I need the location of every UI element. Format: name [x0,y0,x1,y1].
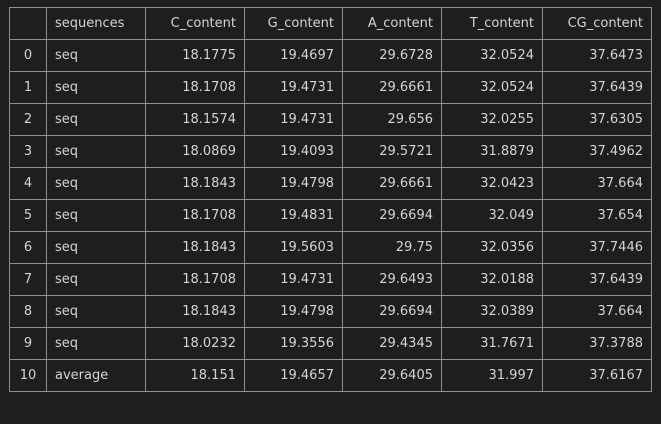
cell-sequences: seq [46,327,146,360]
cell-sequences: seq [46,295,146,328]
cell-sequences: seq [46,167,146,200]
cell-t-content: 32.0255 [441,103,543,136]
row-index: 3 [9,135,47,168]
cell-a-content: 29.5721 [342,135,442,168]
cell-c-content: 18.1708 [145,71,245,104]
row-index: 7 [9,263,47,296]
cell-c-content: 18.1843 [145,295,245,328]
cell-sequences: seq [46,135,146,168]
cell-sequences: seq [46,39,146,72]
cell-sequences: average [46,359,146,392]
header-sequences: sequences [46,7,146,40]
cell-t-content: 31.7671 [441,327,543,360]
table-row: 0 seq 18.1775 19.4697 29.6728 32.0524 37.6473 [9,39,652,72]
cell-t-content: 32.0423 [441,167,543,200]
cell-c-content: 18.1843 [145,231,245,264]
table-row: 10 average 18.151 19.4657 29.6405 31.997 37.61… [9,359,652,392]
cell-cg-content: 37.6305 [542,103,652,136]
cell-a-content: 29.6728 [342,39,442,72]
row-index: 2 [9,103,47,136]
row-index: 1 [9,71,47,104]
cell-cg-content: 37.4962 [542,135,652,168]
cell-c-content: 18.0869 [145,135,245,168]
header-cg-content: CG_content [542,7,652,40]
cell-c-content: 18.1574 [145,103,245,136]
cell-cg-content: 37.3788 [542,327,652,360]
header-row: sequences C_content G_content A_content … [9,7,652,40]
cell-g-content: 19.4798 [244,167,343,200]
cell-t-content: 32.0356 [441,231,543,264]
table-row: 5 seq 18.1708 19.4831 29.6694 32.049 37.654 [9,199,652,232]
header-g-content: G_content [244,7,343,40]
cell-a-content: 29.75 [342,231,442,264]
header-index [9,7,47,40]
table-row: 4 seq 18.1843 19.4798 29.6661 32.0423 37.664 [9,167,652,200]
cell-c-content: 18.1708 [145,199,245,232]
cell-cg-content: 37.664 [542,167,652,200]
cell-t-content: 32.0188 [441,263,543,296]
cell-sequences: seq [46,231,146,264]
cell-t-content: 32.0524 [441,71,543,104]
table-row: 2 seq 18.1574 19.4731 29.656 32.0255 37.6305 [9,103,652,136]
cell-cg-content: 37.664 [542,295,652,328]
cell-a-content: 29.6661 [342,167,442,200]
cell-t-content: 31.997 [441,359,543,392]
cell-a-content: 29.6661 [342,71,442,104]
row-index: 0 [9,39,47,72]
header-a-content: A_content [342,7,442,40]
row-index: 4 [9,167,47,200]
cell-g-content: 19.4798 [244,295,343,328]
row-index: 6 [9,231,47,264]
cell-sequences: seq [46,103,146,136]
row-index: 8 [9,295,47,328]
cell-a-content: 29.4345 [342,327,442,360]
cell-g-content: 19.4831 [244,199,343,232]
table-row: 6 seq 18.1843 19.5603 29.75 32.0356 37.7446 [9,231,652,264]
header-c-content: C_content [145,7,245,40]
cell-g-content: 19.4731 [244,103,343,136]
cell-cg-content: 37.7446 [542,231,652,264]
row-index: 5 [9,199,47,232]
cell-g-content: 19.3556 [244,327,343,360]
cell-c-content: 18.1708 [145,263,245,296]
cell-g-content: 19.4731 [244,71,343,104]
cell-a-content: 29.6493 [342,263,442,296]
table-row: 1 seq 18.1708 19.4731 29.6661 32.0524 37.6439 [9,71,652,104]
header-t-content: T_content [441,7,543,40]
row-index: 9 [9,327,47,360]
cell-sequences: seq [46,71,146,104]
cell-a-content: 29.6405 [342,359,442,392]
cell-t-content: 31.8879 [441,135,543,168]
table-body: 0 seq 18.1775 19.4697 29.6728 32.0524 37.6473 1… [9,39,652,392]
cell-a-content: 29.6694 [342,295,442,328]
table-row: 8 seq 18.1843 19.4798 29.6694 32.0389 37.664 [9,295,652,328]
cell-g-content: 19.5603 [244,231,343,264]
cell-t-content: 32.0524 [441,39,543,72]
cell-cg-content: 37.6439 [542,263,652,296]
cell-cg-content: 37.654 [542,199,652,232]
cell-cg-content: 37.6167 [542,359,652,392]
cell-a-content: 29.6694 [342,199,442,232]
cell-c-content: 18.1775 [145,39,245,72]
cell-sequences: seq [46,263,146,296]
row-index: 10 [9,359,47,392]
dataframe-table: sequences C_content G_content A_content … [9,7,652,392]
table-row: 3 seq 18.0869 19.4093 29.5721 31.8879 37.4962 [9,135,652,168]
cell-t-content: 32.049 [441,199,543,232]
table-header: sequences C_content G_content A_content … [9,7,652,40]
table-row: 7 seq 18.1708 19.4731 29.6493 32.0188 37.6439 [9,263,652,296]
cell-c-content: 18.1843 [145,167,245,200]
cell-c-content: 18.0232 [145,327,245,360]
cell-c-content: 18.151 [145,359,245,392]
cell-g-content: 19.4657 [244,359,343,392]
table-row: 9 seq 18.0232 19.3556 29.4345 31.7671 37.3788 [9,327,652,360]
cell-cg-content: 37.6473 [542,39,652,72]
cell-g-content: 19.4697 [244,39,343,72]
cell-cg-content: 37.6439 [542,71,652,104]
cell-g-content: 19.4731 [244,263,343,296]
cell-sequences: seq [46,199,146,232]
cell-t-content: 32.0389 [441,295,543,328]
cell-g-content: 19.4093 [244,135,343,168]
cell-a-content: 29.656 [342,103,442,136]
